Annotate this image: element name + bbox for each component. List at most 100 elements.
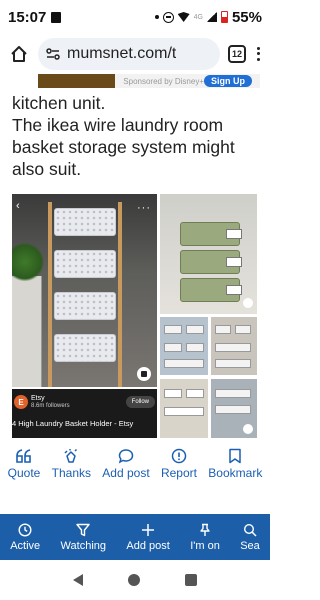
bookmark-button[interactable]: Bookmark xyxy=(208,448,262,484)
nav-active[interactable]: Active xyxy=(0,514,50,560)
post-body: kitchen unit. The ikea wire laundry room… xyxy=(12,92,262,180)
bookmark-icon xyxy=(228,448,242,464)
frame-post xyxy=(48,202,52,387)
storage-bin-image xyxy=(235,325,251,334)
pin-embed[interactable]: ‹ ··· E Etsy 8.6m followers Follow 4 Hig… xyxy=(12,194,257,438)
storage-bin-image xyxy=(215,359,251,368)
nav-active-label: Active xyxy=(10,539,41,552)
notification-dot-icon xyxy=(154,15,159,19)
pin-side-image[interactable] xyxy=(211,317,257,375)
status-icons: 4G 55% xyxy=(154,9,262,26)
cabinet-image xyxy=(12,276,42,387)
filter-icon xyxy=(76,523,90,536)
nav-watching[interactable]: Watching xyxy=(50,514,116,560)
etsy-logo-icon: E xyxy=(14,395,28,409)
ad-cta-button[interactable]: Sign Up xyxy=(204,75,252,87)
storage-bin-image xyxy=(164,359,204,368)
nav-search-label: Sea xyxy=(240,539,260,552)
follow-button[interactable]: Follow xyxy=(125,396,155,408)
do-not-disturb-icon xyxy=(162,11,174,23)
pin-source-card[interactable]: E Etsy 8.6m followers Follow 4 High Laun… xyxy=(12,389,157,438)
battery-icon xyxy=(220,11,228,23)
pin-title[interactable]: 4 High Laundry Basket Holder - Etsy xyxy=(12,419,133,428)
laundry-basket-image xyxy=(54,208,116,236)
storage-bin-image xyxy=(164,343,182,352)
nav-watching-label: Watching xyxy=(60,539,106,552)
pin-main-image[interactable]: ‹ ··· xyxy=(12,194,157,387)
storage-bin-image xyxy=(215,325,231,334)
url-text: mumsnet.com/t xyxy=(67,45,177,62)
storage-bin-image xyxy=(186,389,204,398)
nav-add-post[interactable]: Add post xyxy=(116,514,180,560)
nav-search[interactable]: Sea xyxy=(230,514,270,560)
plant-image xyxy=(12,242,44,282)
network-type: 4G xyxy=(193,13,203,21)
pin-badge-icon[interactable] xyxy=(137,367,151,381)
bookmark-label: Bookmark xyxy=(208,466,263,480)
pin-side-image[interactable] xyxy=(160,194,257,314)
system-back-icon[interactable] xyxy=(72,574,83,586)
quote-button[interactable]: Quote xyxy=(7,448,41,484)
add-post-button[interactable]: Add post xyxy=(102,448,150,484)
nav-im-on-label: I'm on xyxy=(190,539,220,552)
ad-sponsor-text: Sponsored by Disney+ xyxy=(123,76,204,86)
sim-icon xyxy=(51,11,62,23)
store-followers: 8.6m followers xyxy=(31,403,70,409)
pin-side-image[interactable] xyxy=(211,379,257,438)
pin-side-image[interactable] xyxy=(160,379,208,438)
more-options-icon[interactable]: ··· xyxy=(137,202,151,214)
report-label: Report xyxy=(160,466,197,480)
home-button[interactable] xyxy=(8,43,30,65)
storage-bin-image xyxy=(164,407,204,416)
rack-basket-image xyxy=(180,250,242,274)
address-bar[interactable]: mumsnet.com/t xyxy=(38,38,220,70)
ad-image xyxy=(38,74,116,88)
laundry-basket-image xyxy=(54,250,116,278)
system-home-icon[interactable] xyxy=(127,574,140,586)
rack-basket-image xyxy=(180,222,242,246)
add-post-label: Add post xyxy=(102,466,150,480)
storage-bin-image xyxy=(164,325,182,334)
clock-icon xyxy=(18,522,32,537)
back-arrow-icon[interactable]: ‹ xyxy=(16,200,20,212)
system-recents-icon[interactable] xyxy=(185,574,198,586)
site-settings-icon xyxy=(46,48,60,60)
report-button[interactable]: Report xyxy=(161,448,197,484)
system-nav-bar xyxy=(0,560,270,600)
rack-basket-image xyxy=(180,278,242,302)
signal-icon xyxy=(206,12,217,22)
store-name: Etsy xyxy=(31,395,45,402)
thanks-label: Thanks xyxy=(51,466,91,480)
pin-icon xyxy=(200,523,210,536)
pin-side-image[interactable] xyxy=(160,317,208,375)
bottom-nav: Active Watching Add post I'm on Sea xyxy=(0,514,270,560)
frame-post xyxy=(118,202,122,387)
status-bar: 15:07 4G 55% xyxy=(0,0,270,34)
post-line: kitchen unit. xyxy=(12,93,106,113)
pin-badge-icon[interactable] xyxy=(243,424,253,434)
thanks-button[interactable]: Thanks xyxy=(52,448,91,484)
home-icon xyxy=(11,46,27,62)
storage-bin-image xyxy=(215,343,251,352)
laundry-basket-image xyxy=(54,334,116,362)
storage-bin-image xyxy=(186,325,204,334)
plus-icon xyxy=(142,523,155,536)
wifi-icon xyxy=(177,12,190,22)
tab-switcher-button[interactable]: 12 xyxy=(228,45,246,63)
quote-label: Quote xyxy=(7,466,41,480)
pin-badge-icon[interactable] xyxy=(243,298,253,308)
report-icon xyxy=(171,448,187,464)
storage-bin-image xyxy=(215,405,251,414)
comment-icon xyxy=(118,448,134,464)
browser-toolbar: mumsnet.com/t 12 xyxy=(0,34,270,74)
storage-bin-image xyxy=(164,389,182,398)
post-actions: Quote Thanks Add post Report Bookmark xyxy=(0,448,270,484)
search-icon xyxy=(244,523,257,537)
ad-banner[interactable]: Sponsored by Disney+ Sign Up xyxy=(38,74,260,88)
browser-menu-button[interactable] xyxy=(254,43,262,65)
nav-im-on[interactable]: I'm on xyxy=(180,514,230,560)
storage-bin-image xyxy=(186,343,204,352)
clap-icon xyxy=(63,448,79,464)
storage-bin-image xyxy=(215,389,251,398)
status-time: 15:07 xyxy=(8,8,47,26)
